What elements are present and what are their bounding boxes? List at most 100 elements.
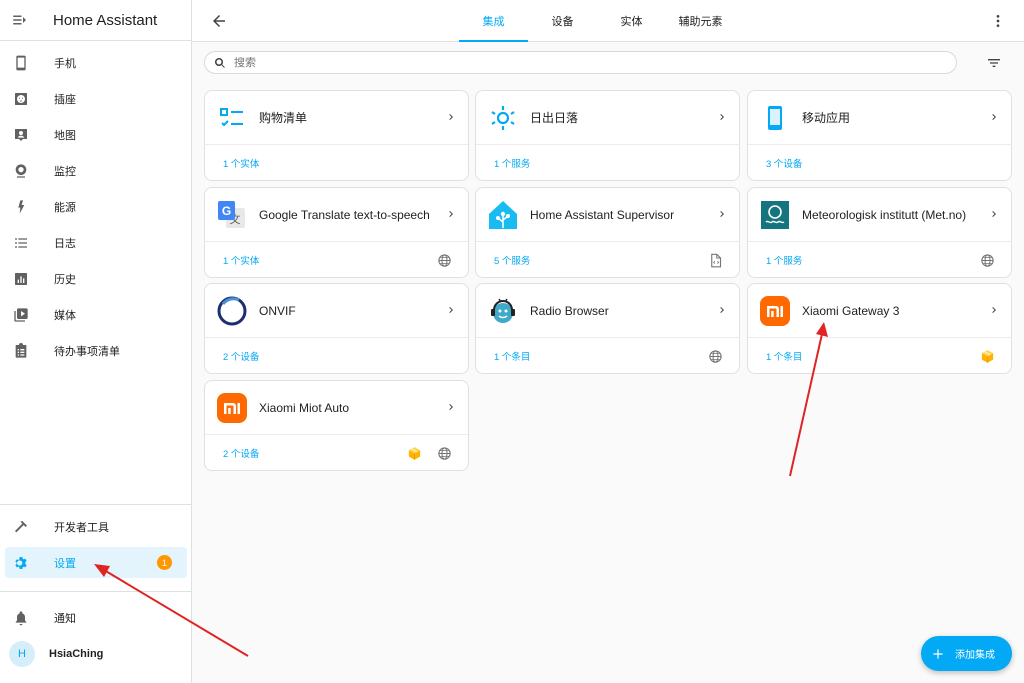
integration-card-header[interactable]: Meteorologisk institutt (Met.no) [748,188,1011,242]
sidebar: Home Assistant 手机 插座 地图 监控 能源 日志 历史 媒体 待… [0,0,192,683]
integration-card: 移动应用 3 个设备 [747,90,1012,181]
sidebar-item-logbook[interactable]: 日志 [5,227,187,258]
integration-name: Radio Browser [530,303,609,318]
integration-card-header[interactable]: 日出日落 [476,91,739,145]
google-translate-icon: 文G [217,200,247,230]
chevron-right-icon [444,400,458,414]
search-icon [214,57,226,69]
integration-card-header[interactable]: ONVIF [205,284,468,338]
chevron-right-icon [715,110,729,124]
integration-card: 购物清单 1 个实体 [204,90,469,181]
integration-card-header[interactable]: Radio Browser [476,284,739,338]
search-bar [204,51,957,74]
integration-card-header[interactable]: Xiaomi Gateway 3 [748,284,1011,338]
integration-card-footer: 1 个条目 [748,338,1011,373]
hammer-icon [5,519,37,535]
shopping-list-icon [217,103,247,133]
integration-name: 日出日落 [530,111,579,125]
integration-card-header[interactable]: 购物清单 [205,91,468,145]
integration-name: Xiaomi Miot Auto [259,400,350,415]
sidebar-item-media[interactable]: 媒体 [5,299,187,330]
integration-name: 移动应用 [802,111,851,125]
sidebar-item-phone[interactable]: 手机 [5,47,187,78]
sidebar-item-dev-tools[interactable]: 开发者工具 [5,511,187,542]
devices-link[interactable]: 2 个设备 [223,349,259,363]
integration-card-header[interactable]: Xiaomi Miot Auto [205,381,468,435]
sidebar-item-map[interactable]: 地图 [5,119,187,150]
radio-browser-icon [488,296,518,326]
tab-integrations[interactable]: 集成 [459,0,528,42]
integration-name: Google Translate text-to-speech [259,207,430,222]
integration-card: 日出日落 1 个服务 [475,90,740,181]
gear-icon [5,555,37,571]
sidebar-item-user[interactable]: H HsiaChing [5,638,187,669]
sidebar-item-label: 通知 [54,612,76,625]
svg-text:G: G [222,204,231,218]
sidebar-item-camera[interactable]: 监控 [5,155,187,186]
chevron-right-icon [715,207,729,221]
entries-link[interactable]: 1 个条目 [494,349,530,363]
sidebar-item-energy[interactable]: 能源 [5,191,187,222]
custom-integration-icon [406,445,422,461]
add-integration-label: 添加集成 [955,650,995,661]
sidebar-item-label: 地图 [54,129,76,142]
sidebar-item-label: 能源 [54,201,76,214]
sidebar-item-label: 开发者工具 [54,521,109,534]
app-title: Home Assistant [53,11,158,29]
sidebar-divider [0,504,191,505]
entities-link[interactable]: 1 个实体 [223,156,259,170]
chevron-right-icon [444,110,458,124]
integration-name: ONVIF [259,303,296,318]
services-link[interactable]: 1 个服务 [766,253,802,267]
integration-card-header[interactable]: 移动应用 [748,91,1011,145]
search-input[interactable] [234,56,914,69]
services-link[interactable]: 1 个服务 [494,156,530,170]
sidebar-item-notifications[interactable]: 通知 [5,602,187,633]
globe-icon [436,445,452,461]
phone-icon [5,55,37,71]
filter-icon[interactable] [984,53,1004,73]
camera-icon [5,163,37,179]
integration-card-footer: 1 个实体 [205,242,468,277]
sidebar-item-socket[interactable]: 插座 [5,83,187,114]
sidebar-item-settings[interactable]: 设置 1 [5,547,187,578]
sidebar-divider [0,591,191,592]
integration-card-header[interactable]: 文G Google Translate text-to-speech [205,188,468,242]
avatar: H [9,640,35,667]
integration-card-header[interactable]: Home Assistant Supervisor [476,188,739,242]
sidebar-item-todo[interactable]: 待办事项清单 [5,335,187,366]
more-vert-icon[interactable] [988,11,1008,31]
globe-icon [707,348,723,364]
logbook-icon [5,235,37,251]
entries-link[interactable]: 1 个条目 [766,349,802,363]
integration-name: Meteorologisk institutt (Met.no) [802,207,967,222]
xiaomi-icon [217,392,247,423]
xiaomi-icon [760,295,790,326]
chevron-right-icon [444,207,458,221]
chevron-right-icon [987,110,1001,124]
menu-toggle-icon[interactable] [0,0,40,40]
integration-card-footer: 2 个设备 [205,435,468,470]
tab-bar: 集成 设备 实体 辅助元素 [459,0,735,42]
integration-status-icons [979,348,995,364]
integration-card: ONVIF 2 个设备 [204,283,469,374]
entities-link[interactable]: 1 个实体 [223,253,259,267]
integration-name: Home Assistant Supervisor [530,207,675,222]
devices-link[interactable]: 3 个设备 [766,156,802,170]
custom-integration-icon [979,348,995,364]
integration-card-footer: 5 个服务 [476,242,739,277]
chevron-right-icon [987,207,1001,221]
back-arrow-icon[interactable] [208,10,230,32]
devices-link[interactable]: 2 个设备 [223,446,259,460]
integration-card-footer: 3 个设备 [748,145,1011,180]
add-integration-button[interactable]: 添加集成 [921,636,1012,671]
sidebar-item-history[interactable]: 历史 [5,263,187,294]
services-link[interactable]: 5 个服务 [494,253,530,267]
sidebar-item-label: 手机 [54,57,76,70]
tab-helpers[interactable]: 辅助元素 [666,0,735,42]
tab-devices[interactable]: 设备 [528,0,597,42]
chevron-right-icon [987,303,1001,317]
mobile-app-icon [760,103,790,133]
integration-name: 购物清单 [259,111,308,125]
tab-entities[interactable]: 实体 [597,0,666,42]
